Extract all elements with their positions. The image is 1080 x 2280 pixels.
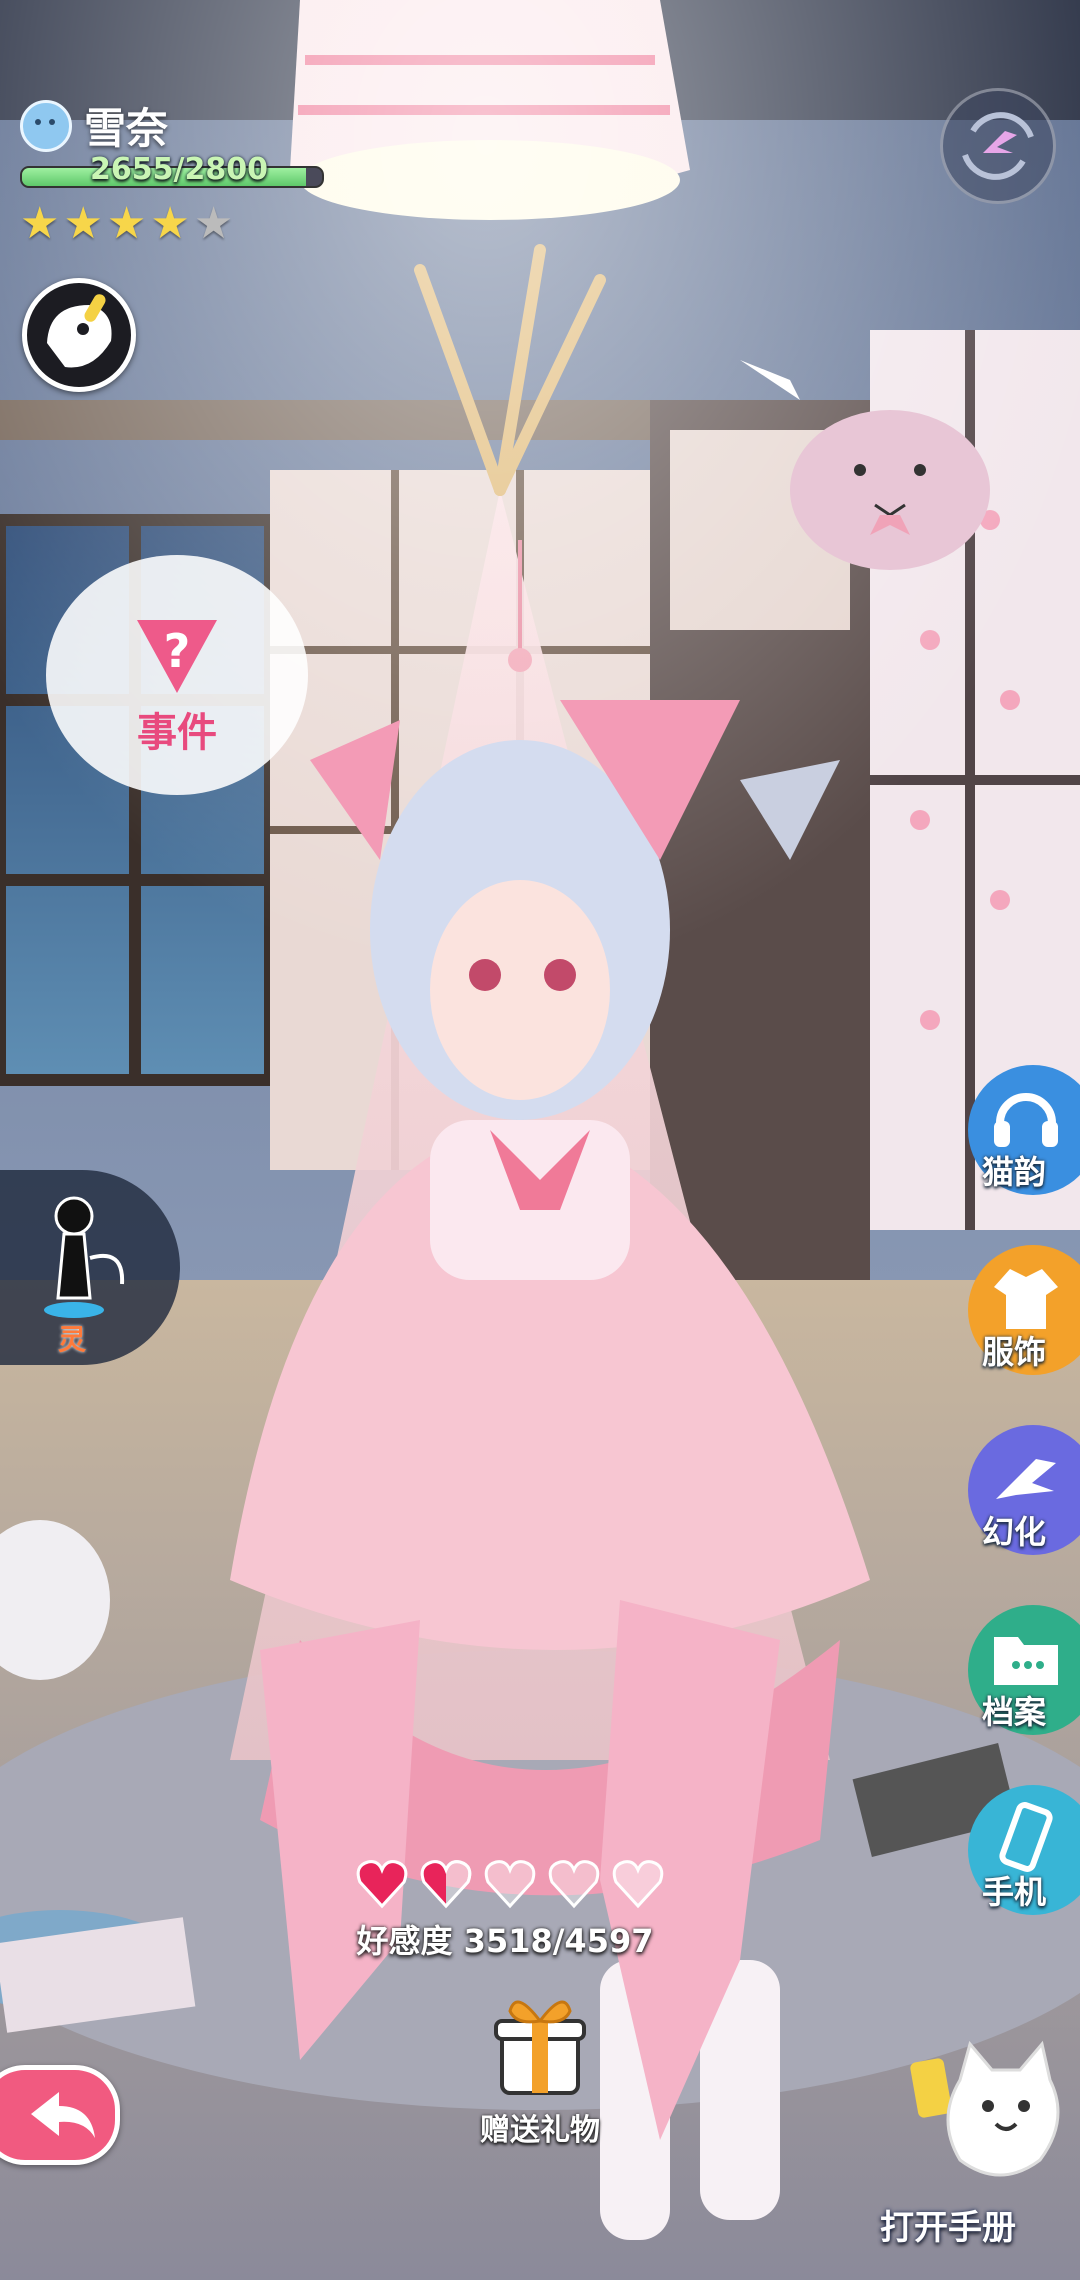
send-gift-label: 赠送礼物 (480, 2113, 600, 2148)
rotate-arrows-icon (962, 112, 1034, 180)
affection-value: 3518/4597 (463, 1922, 654, 1960)
character-name: 雪奈 (84, 104, 169, 153)
affection-row: 好感度 3518/4597 (0, 1916, 1080, 1962)
side-label: 猫韵 (981, 1153, 1046, 1191)
question-mark-icon: ? (137, 620, 217, 693)
affection-label: 好感度 (356, 1922, 453, 1960)
cat-silhouette-icon (44, 1196, 125, 1318)
side-button-music[interactable]: 猫韵 (968, 1065, 1080, 1195)
open-handbook-button[interactable]: 打开手册 (880, 2020, 1080, 2270)
star-rating: ★ ★ ★ ★ ★ (20, 202, 320, 246)
heart-empty-icon (484, 1860, 536, 1909)
star-filled-icon: ★ (20, 198, 60, 249)
heart-empty-icon (548, 1860, 600, 1909)
name-row: 雪奈 (20, 95, 320, 156)
open-handbook-label: 打开手册 (880, 2208, 1016, 2248)
event-bubble-button[interactable]: ? 事件 (46, 555, 308, 795)
side-label: 幻化 (981, 1513, 1046, 1551)
spirit-tab-button[interactable]: 灵 (0, 1170, 180, 1365)
side-button-archive[interactable]: 档案 (968, 1605, 1080, 1735)
back-arrow-icon (31, 2092, 95, 2138)
spirit-label: 灵 (58, 1323, 87, 1356)
bird-head-icon (47, 294, 112, 368)
cat-handbook-icon (910, 2040, 1060, 2177)
gift-box-icon (494, 2000, 586, 2095)
heart-empty-icon (612, 1860, 664, 1909)
heart-half-icon (420, 1860, 472, 1909)
heart-full-icon (356, 1860, 408, 1909)
mood-face-icon (20, 99, 72, 152)
star-filled-icon: ★ (106, 198, 147, 249)
svg-text:?: ? (164, 624, 191, 678)
character-status-panel: 雪奈 2655/2800 ★ ★ ★ ★ ★ (20, 95, 324, 246)
send-gift-button[interactable]: 赠送礼物 (470, 1985, 610, 2148)
back-button[interactable] (0, 2065, 120, 2165)
star-filled-icon: ★ (63, 198, 103, 249)
event-label: 事件 (137, 710, 217, 756)
side-button-clothing[interactable]: 服饰 (968, 1245, 1080, 1375)
side-button-transform[interactable]: 幻化 (968, 1425, 1080, 1555)
side-label: 档案 (981, 1693, 1046, 1731)
switch-character-button[interactable] (940, 88, 1056, 204)
star-filled-icon: ★ (150, 198, 190, 249)
companion-badge-button[interactable] (22, 278, 136, 392)
star-empty-icon: ★ (193, 198, 234, 249)
side-label: 服饰 (981, 1333, 1046, 1371)
stamina-value: 2655/2800 (90, 152, 268, 187)
affection-panel: 好感度 3518/4597 (0, 1858, 1080, 1962)
affection-hearts (0, 1858, 1080, 1910)
